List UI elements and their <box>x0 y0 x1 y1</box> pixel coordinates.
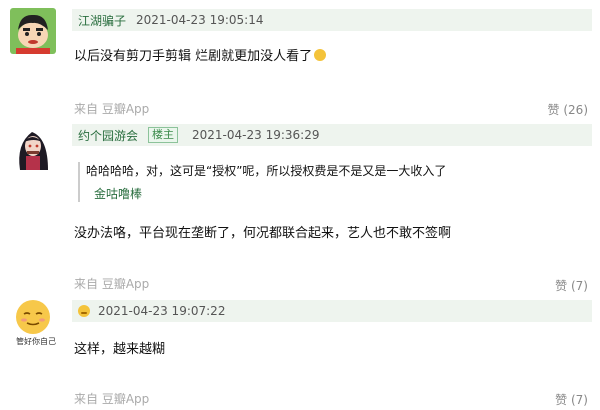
avatar-crayon-shinchan[interactable] <box>10 8 56 54</box>
comment-header: 约个园游会 楼主 2021-04-23 19:36:29 <box>72 124 592 146</box>
avatar-anime-girl[interactable] <box>10 124 56 170</box>
quoted-text: 哈哈哈哈，对，这可是“授权”呢，所以授权费是不是又是一大收入了 <box>86 164 447 178</box>
comment-time: 2021-04-23 19:07:22 <box>98 304 226 318</box>
comment-text: 以后没有剪刀手剪辑 烂剧就更加没人看了 <box>74 49 313 64</box>
smiley-avatar-icon <box>16 300 50 334</box>
comment-text: 这样，越来越糊 <box>74 342 166 357</box>
comment-source: 来自 豆瓣App <box>74 277 150 291</box>
comment-source: 来自 豆瓣App <box>74 102 150 116</box>
quoted-reply: 哈哈哈哈，对，这可是“授权”呢，所以授权费是不是又是一大收入了 金咕噜棒 <box>78 162 478 202</box>
laughing-emoji-icon <box>314 49 327 61</box>
comment-author[interactable]: 江湖骗子 <box>78 12 126 29</box>
crayon-shinchan-avatar-icon <box>10 8 56 54</box>
quoted-author[interactable]: 金咕噜棒 <box>86 185 478 202</box>
like-button[interactable]: 赞 (7) <box>555 391 588 408</box>
comment-time: 2021-04-23 19:36:29 <box>192 128 320 142</box>
avatar-caption: 管好你自己 <box>16 337 56 346</box>
anime-girl-avatar-icon <box>10 124 56 170</box>
comment-source: 来自 豆瓣App <box>74 392 150 406</box>
comment-header: 江湖骗子 2021-04-23 19:05:14 <box>72 9 592 31</box>
comment-author[interactable]: 约个园游会 <box>78 127 138 144</box>
like-button[interactable]: 赞 (26) <box>548 101 588 118</box>
comment-text-wrap: 以后没有剪刀手剪辑 烂剧就更加没人看了 <box>74 45 327 64</box>
face-emoji-icon[interactable] <box>78 305 90 317</box>
owner-badge: 楼主 <box>148 127 179 143</box>
like-button[interactable]: 赞 (7) <box>555 277 588 294</box>
comment-header: 2021-04-23 19:07:22 <box>72 300 592 322</box>
comment-text: 没办法咯，平台现在垄断了，何况都联合起来，艺人也不敢不签啊 <box>74 226 452 241</box>
comment-time: 2021-04-23 19:05:14 <box>136 13 264 27</box>
